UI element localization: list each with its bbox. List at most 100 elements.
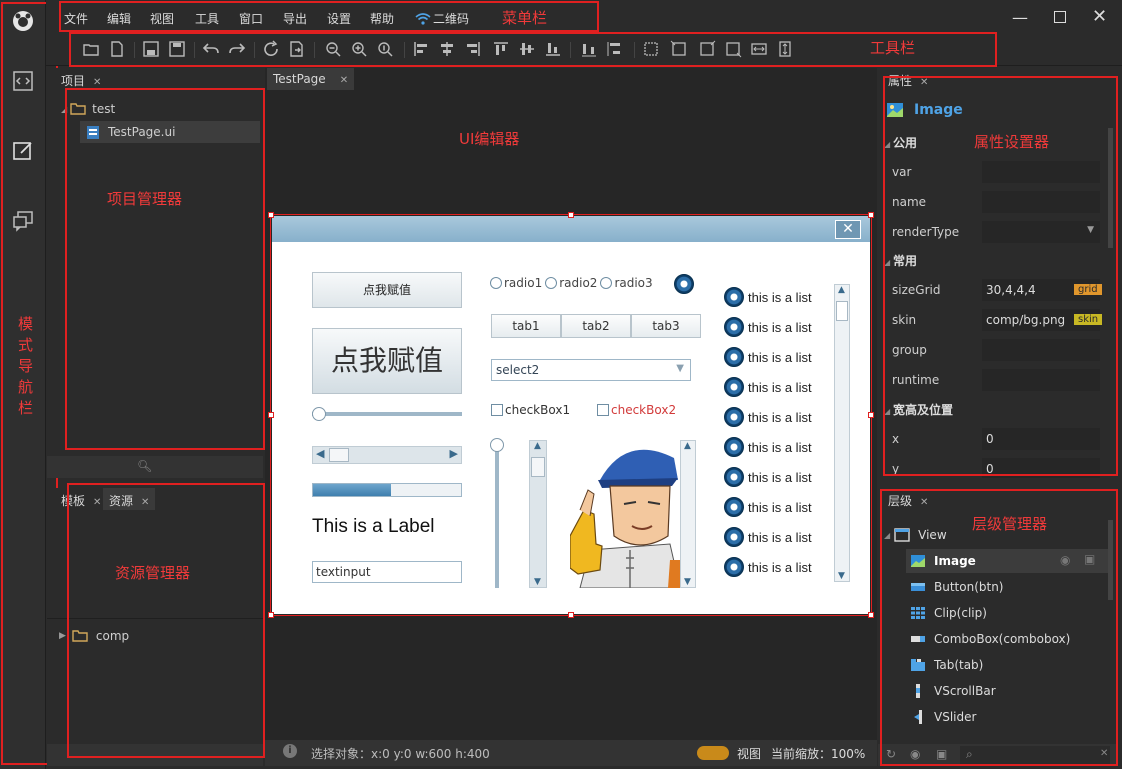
grid-tag-button[interactable]: grid bbox=[1074, 284, 1102, 295]
close-icon[interactable]: ✕ bbox=[93, 77, 101, 88]
radio-circle[interactable] bbox=[545, 277, 558, 289]
resize-handle[interactable] bbox=[568, 212, 574, 218]
open-folder-icon[interactable] bbox=[82, 40, 100, 58]
image-vscrollbar[interactable]: ▲ ▼ bbox=[680, 440, 696, 588]
tab-project[interactable]: 项目 ✕ bbox=[55, 68, 108, 90]
list-scroll-thumb[interactable] bbox=[836, 301, 848, 321]
menu-edit[interactable]: 编辑 bbox=[107, 10, 131, 27]
expand-arrow-icon[interactable]: ◢ bbox=[61, 105, 67, 114]
chevron-down-icon[interactable]: ▼ bbox=[676, 363, 684, 374]
scroll-down-icon[interactable]: ▼ bbox=[534, 577, 541, 587]
small-button[interactable]: 点我赋值 bbox=[312, 272, 462, 308]
menu-export[interactable]: 导出 bbox=[283, 10, 307, 27]
size-to-content-icon[interactable] bbox=[642, 40, 660, 58]
tab-3[interactable]: tab3 bbox=[631, 314, 701, 338]
list-item[interactable]: this is a list bbox=[724, 496, 812, 518]
new-file-icon[interactable] bbox=[108, 40, 126, 58]
scroll-right-icon[interactable]: ▶ bbox=[450, 447, 458, 460]
radio-3-label[interactable]: radio3 bbox=[614, 276, 652, 290]
hscroll-thumb[interactable] bbox=[329, 448, 349, 462]
menu-qrcode[interactable]: 二维码 bbox=[415, 10, 469, 27]
prop-x-input[interactable]: 0 bbox=[982, 428, 1100, 450]
tab-resources[interactable]: 资源 ✕ bbox=[103, 488, 156, 510]
fit-width-icon[interactable] bbox=[750, 40, 768, 58]
large-button[interactable]: 点我赋值 bbox=[312, 328, 462, 394]
layer-item-image[interactable]: Image ◉ ▣ bbox=[906, 549, 1110, 573]
same-size-icon[interactable] bbox=[724, 40, 742, 58]
tree-item-testpage[interactable]: TestPage.ui bbox=[80, 121, 260, 143]
lock-icon[interactable]: ▣ bbox=[936, 747, 947, 761]
distribute-h-icon[interactable] bbox=[580, 40, 598, 58]
distribute-v-icon[interactable] bbox=[606, 40, 624, 58]
design-canvas[interactable]: ✕ 点我赋值 点我赋值 ◀ ▶ This is a Label textinpu… bbox=[272, 216, 870, 614]
skin-tag-button[interactable]: skin bbox=[1074, 314, 1103, 325]
resize-handle[interactable] bbox=[868, 412, 874, 418]
save-icon[interactable] bbox=[142, 40, 160, 58]
scroll-down-icon[interactable]: ▼ bbox=[838, 571, 845, 581]
same-width-icon[interactable] bbox=[670, 40, 688, 58]
close-icon[interactable]: ✕ bbox=[920, 497, 928, 508]
menu-window[interactable]: 窗口 bbox=[239, 10, 263, 27]
resize-handle[interactable] bbox=[268, 412, 274, 418]
publish-icon[interactable] bbox=[288, 40, 306, 58]
list-item[interactable]: this is a list bbox=[724, 466, 812, 488]
fit-height-icon[interactable] bbox=[776, 40, 794, 58]
layer-root-view[interactable]: ◢ View bbox=[884, 523, 947, 547]
eye-icon[interactable]: ◉ bbox=[910, 747, 920, 761]
resize-handle[interactable] bbox=[568, 612, 574, 618]
list-item[interactable]: this is a list bbox=[724, 346, 812, 368]
scroll-up-icon[interactable]: ▲ bbox=[838, 285, 845, 295]
menu-tools[interactable]: 工具 bbox=[195, 10, 219, 27]
project-search-bar[interactable]: 🔍︎ bbox=[47, 456, 263, 478]
expand-arrow-icon[interactable]: ◢ bbox=[884, 531, 890, 540]
tab-2[interactable]: tab2 bbox=[561, 314, 631, 338]
radio-circle[interactable] bbox=[490, 277, 502, 289]
radio-1-label[interactable]: radio1 bbox=[504, 276, 542, 290]
vscrollbar[interactable]: ▲ ▼ bbox=[529, 440, 547, 588]
clear-search-icon[interactable]: ✕ bbox=[1100, 748, 1108, 759]
preview-mode-icon[interactable] bbox=[10, 208, 36, 234]
code-mode-icon[interactable] bbox=[10, 68, 36, 94]
align-top-icon[interactable] bbox=[492, 40, 510, 58]
menu-file[interactable]: 文件 bbox=[64, 10, 88, 27]
menu-settings[interactable]: 设置 bbox=[327, 10, 351, 27]
close-window-button[interactable]: ✕ bbox=[1092, 6, 1107, 27]
layer-item-clip[interactable]: Clip(clip) bbox=[910, 601, 987, 625]
prop-y-input[interactable]: 0 bbox=[982, 458, 1100, 478]
section-size-pos[interactable]: ◢ 宽高及位置 bbox=[884, 401, 953, 418]
checkbox-square[interactable] bbox=[491, 404, 503, 416]
minimize-button[interactable]: — bbox=[1012, 8, 1028, 27]
undo-icon[interactable] bbox=[202, 40, 220, 58]
list-item[interactable]: this is a list bbox=[724, 376, 812, 398]
view-toggle[interactable] bbox=[697, 746, 729, 760]
zoom-in-icon[interactable] bbox=[350, 40, 368, 58]
combobox[interactable]: select2 ▼ bbox=[491, 359, 691, 381]
close-icon[interactable]: ✕ bbox=[340, 75, 348, 86]
edit-mode-icon[interactable] bbox=[10, 138, 36, 164]
close-icon[interactable]: ✕ bbox=[920, 77, 928, 88]
zoom-reset-icon[interactable] bbox=[376, 40, 394, 58]
hscrollbar[interactable]: ◀ ▶ bbox=[312, 446, 462, 464]
prop-var-input[interactable] bbox=[982, 161, 1100, 183]
refresh-icon[interactable]: ↻ bbox=[886, 747, 896, 761]
radio-circle[interactable] bbox=[600, 277, 613, 289]
resize-handle[interactable] bbox=[268, 612, 274, 618]
textinput-field[interactable]: textinput bbox=[312, 561, 462, 583]
vscroll-thumb[interactable] bbox=[531, 457, 545, 477]
maximize-button[interactable] bbox=[1054, 11, 1066, 23]
close-icon[interactable]: ✕ bbox=[93, 497, 101, 508]
hslider-track[interactable] bbox=[312, 412, 462, 416]
layers-scrollbar[interactable] bbox=[1108, 520, 1113, 600]
chevron-down-icon[interactable]: ▼ bbox=[1087, 225, 1094, 235]
eye-icon[interactable]: ◉ bbox=[1060, 553, 1070, 567]
tab-1[interactable]: tab1 bbox=[491, 314, 561, 338]
resize-handle[interactable] bbox=[868, 212, 874, 218]
list-item[interactable]: this is a list bbox=[724, 436, 812, 458]
refresh-icon[interactable] bbox=[262, 40, 280, 58]
section-common[interactable]: ◢ 公用 bbox=[884, 134, 917, 151]
prop-runtime-input[interactable] bbox=[982, 369, 1100, 391]
list-item[interactable]: this is a list bbox=[724, 556, 812, 578]
prop-group-input[interactable] bbox=[982, 339, 1100, 361]
image-panel[interactable] bbox=[570, 440, 680, 588]
scroll-up-icon[interactable]: ▲ bbox=[534, 441, 541, 451]
